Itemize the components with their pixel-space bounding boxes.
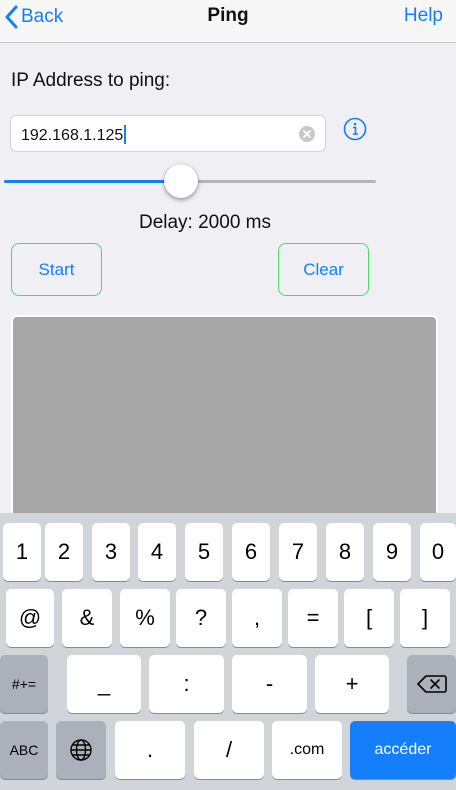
key-equals[interactable]: = [288, 589, 338, 647]
key-abc[interactable]: ABC [0, 721, 48, 779]
key-3[interactable]: 3 [92, 523, 130, 581]
text-cursor [124, 125, 127, 144]
ping-output-area[interactable] [11, 315, 438, 535]
key-at[interactable]: @ [6, 589, 54, 647]
key-ampersand[interactable]: & [62, 589, 112, 647]
globe-icon [70, 739, 92, 761]
key-colon[interactable]: : [149, 655, 224, 713]
key-globe[interactable] [56, 721, 106, 779]
clear-text-icon[interactable] [299, 126, 315, 142]
key-percent[interactable]: % [120, 589, 170, 647]
key-symbols-mode[interactable]: #+= [0, 655, 48, 713]
key-right-bracket[interactable]: ] [400, 589, 450, 647]
start-button[interactable]: Start [11, 243, 102, 296]
key-7[interactable]: 7 [279, 523, 317, 581]
delay-slider[interactable] [4, 164, 376, 198]
key-delete[interactable] [407, 655, 456, 713]
slider-thumb[interactable] [163, 164, 198, 198]
key-6[interactable]: 6 [232, 523, 270, 581]
keyboard: 1 2 3 4 5 6 7 8 9 0 @ & % ? , = [ ] #+= … [0, 513, 456, 790]
info-icon[interactable] [343, 117, 367, 141]
key-underscore[interactable]: _ [67, 655, 141, 713]
key-8[interactable]: 8 [326, 523, 364, 581]
key-question[interactable]: ? [176, 589, 226, 647]
key-left-bracket[interactable]: [ [344, 589, 394, 647]
backspace-icon [416, 675, 447, 693]
key-5[interactable]: 5 [185, 523, 223, 581]
ip-address-value: 192.168.1.125 [21, 125, 127, 145]
key-hyphen[interactable]: - [232, 655, 307, 713]
delay-label: Delay: 2000 ms [138, 212, 271, 233]
page-title: Ping [207, 5, 249, 26]
key-1[interactable]: 1 [3, 523, 41, 581]
ip-address-label: IP Address to ping: [11, 70, 171, 91]
key-0[interactable]: 0 [420, 523, 456, 581]
key-dotcom[interactable]: .com [272, 721, 342, 779]
navigation-bar: Back Ping Help [0, 0, 456, 43]
key-plus[interactable]: + [315, 655, 389, 713]
key-comma[interactable]: , [232, 589, 282, 647]
clear-button[interactable]: Clear [278, 243, 369, 296]
key-2[interactable]: 2 [45, 523, 83, 581]
key-9[interactable]: 9 [373, 523, 411, 581]
key-slash[interactable]: / [194, 721, 264, 779]
slider-fill [4, 180, 181, 183]
help-button[interactable]: Help [404, 5, 443, 27]
key-4[interactable]: 4 [138, 523, 176, 581]
key-go[interactable]: accéder [350, 721, 456, 779]
key-period[interactable]: . [115, 721, 185, 779]
ip-address-input[interactable]: 192.168.1.125 [10, 115, 326, 152]
